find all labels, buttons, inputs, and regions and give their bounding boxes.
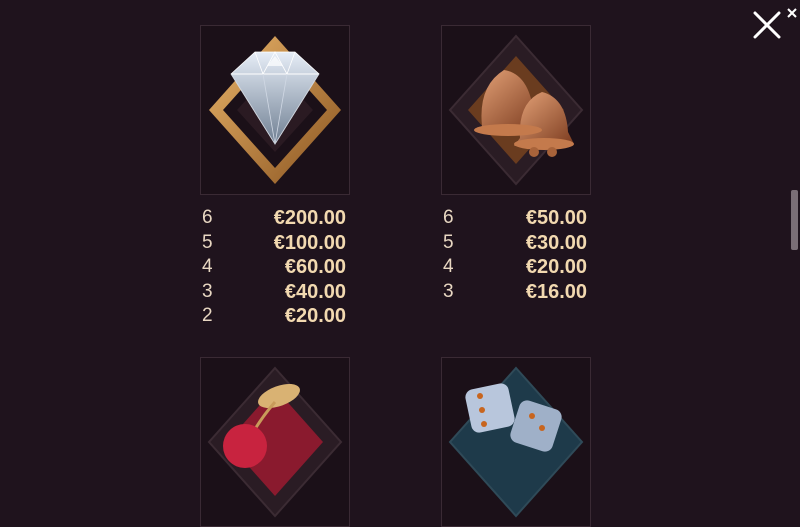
symbol-tile-dice <box>441 357 591 527</box>
pay-amount: €200.00 <box>273 207 346 229</box>
scrollbar-thumb[interactable] <box>791 190 798 250</box>
pay-amount: €40.00 <box>284 280 346 303</box>
pay-row: 5 €30.00 <box>443 232 587 257</box>
pay-count: 3 <box>443 280 454 302</box>
close-button[interactable] <box>750 8 784 42</box>
pay-amount: €20.00 <box>284 305 346 327</box>
symbol-tile-bells <box>441 25 591 195</box>
bells-icon <box>442 26 590 194</box>
pay-amount: €100.00 <box>273 231 346 254</box>
cherry-icon <box>201 358 349 526</box>
pay-count: 5 <box>202 231 213 253</box>
dice-icon <box>442 358 590 526</box>
pay-row: 4 €20.00 <box>443 256 587 281</box>
pay-amount: €16.00 <box>525 280 587 303</box>
pay-row: 6 €50.00 <box>443 207 587 232</box>
pay-count: 5 <box>443 231 454 253</box>
pay-count: 6 <box>443 207 454 228</box>
paytable-diamond: 6 €200.00 5 €100.00 4 €60.00 3 €40.00 2 … <box>202 207 346 330</box>
pay-row: 5 €100.00 <box>202 232 346 257</box>
paytable-bells: 6 €50.00 5 €30.00 4 €20.00 3 €16.00 <box>443 207 587 305</box>
pay-amount: €20.00 <box>525 256 587 278</box>
symbol-tile-cherry <box>200 357 350 527</box>
pay-amount: €60.00 <box>284 256 346 278</box>
pay-row: 4 €60.00 <box>202 256 346 281</box>
symbol-tile-diamond <box>200 25 350 195</box>
pay-row: 2 €20.00 <box>202 305 346 330</box>
diamond-icon <box>201 26 349 194</box>
pay-amount: €50.00 <box>525 207 587 229</box>
pay-row: 3 €16.00 <box>443 281 587 306</box>
pay-row: 3 €40.00 <box>202 281 346 306</box>
pay-count: 3 <box>202 280 213 302</box>
pay-count: 2 <box>202 305 213 326</box>
pay-amount: €30.00 <box>525 231 587 254</box>
pay-row: 6 €200.00 <box>202 207 346 232</box>
pay-count: 4 <box>443 256 454 277</box>
pay-count: 6 <box>202 207 213 228</box>
close-icon <box>753 11 781 39</box>
pay-count: 4 <box>202 256 213 277</box>
